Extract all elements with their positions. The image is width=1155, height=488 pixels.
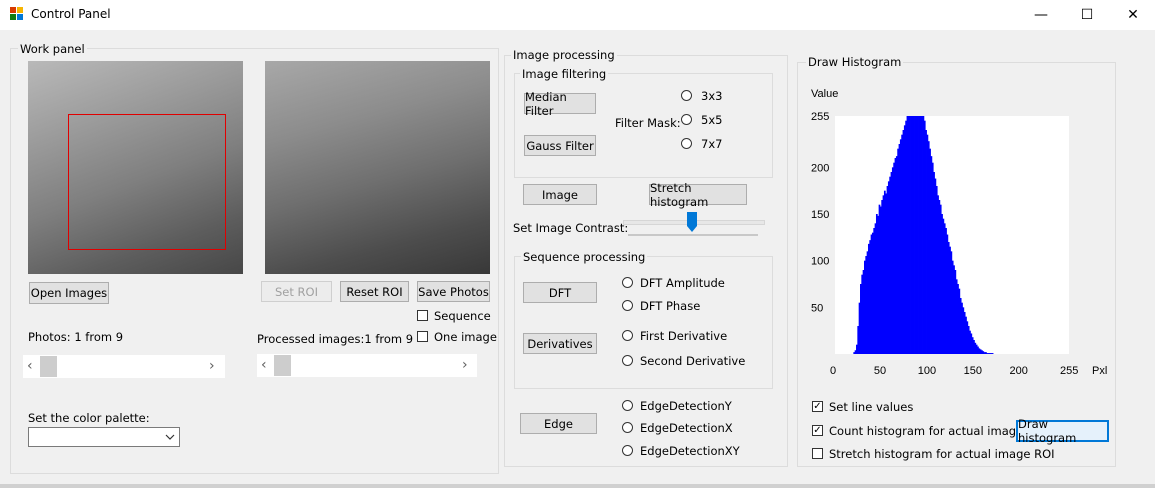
filter-mask-label: Filter Mask: xyxy=(615,116,681,130)
edge-xy-label: EdgeDetectionXY xyxy=(640,444,740,458)
first-derivative-label: First Derivative xyxy=(640,329,728,343)
check-mark-icon: ✓ xyxy=(813,424,822,436)
mask-3x3-radio[interactable] xyxy=(681,90,692,101)
scroll-left-icon[interactable]: ‹ xyxy=(261,357,267,373)
one-image-label: One image xyxy=(434,330,497,344)
contrast-label: Set Image Contrast: xyxy=(513,221,629,235)
x-tick-label: 255 xyxy=(1060,365,1078,377)
contrast-slider-ticks xyxy=(628,234,758,236)
contrast-slider-thumb[interactable] xyxy=(686,211,698,233)
mask-7x7-label: 7x7 xyxy=(701,137,723,151)
stretch-histogram-button[interactable]: Stretch histogram xyxy=(649,181,747,209)
reset-roi-button[interactable]: Reset ROI xyxy=(340,281,409,302)
roi-rectangle[interactable] xyxy=(68,114,226,250)
chart-xlabel: Pxl xyxy=(1092,365,1107,377)
derivatives-button[interactable]: Derivatives xyxy=(523,333,597,354)
title-bar: Control Panel — ☐ ✕ xyxy=(0,0,1155,30)
edge-x-radio[interactable] xyxy=(622,422,633,433)
second-derivative-label: Second Derivative xyxy=(640,354,746,368)
set-line-values-label: Set line values xyxy=(829,400,914,414)
edge-y-label: EdgeDetectionY xyxy=(640,399,732,413)
sequence-checkbox[interactable] xyxy=(417,310,428,321)
sequence-label: Sequence xyxy=(434,309,491,323)
x-tick-label: 100 xyxy=(918,365,936,377)
check-mark-icon: ✓ xyxy=(813,400,822,412)
stretch-roi-label: Stretch histogram for actual image ROI xyxy=(829,447,1055,461)
y-tick-label: 100 xyxy=(811,256,829,268)
image-button[interactable]: Image xyxy=(523,184,597,205)
processed-scrollbar[interactable]: ‹ › xyxy=(257,354,477,377)
photos-scrollbar[interactable]: ‹ › xyxy=(23,355,225,378)
histogram-bar xyxy=(991,353,994,354)
mask-5x5-radio[interactable] xyxy=(681,114,692,125)
edge-xy-radio[interactable] xyxy=(622,445,633,456)
scrollbar-thumb[interactable] xyxy=(274,355,291,376)
y-tick-label: 200 xyxy=(811,162,829,174)
image-filtering-title: Image filtering xyxy=(520,67,609,81)
minimize-button[interactable]: — xyxy=(1018,0,1064,30)
gauss-filter-button[interactable]: Gauss Filter xyxy=(524,135,596,156)
y-tick-label: 150 xyxy=(811,209,829,221)
sequence-processing-title: Sequence processing xyxy=(521,250,648,264)
image-processing-title: Image processing xyxy=(511,48,617,62)
first-derivative-radio[interactable] xyxy=(622,330,633,341)
app-icon xyxy=(10,7,24,21)
mask-7x7-radio[interactable] xyxy=(681,138,692,149)
processed-count-label: Processed images:1 from 9 xyxy=(257,332,414,346)
count-roi-label: Count histogram for actual image ROI xyxy=(829,424,1048,438)
dft-amplitude-radio[interactable] xyxy=(622,277,633,288)
scroll-right-icon[interactable]: › xyxy=(462,357,468,373)
photos-count-label: Photos: 1 from 9 xyxy=(28,330,124,344)
y-tick-label: 255 xyxy=(811,111,829,123)
second-derivative-radio[interactable] xyxy=(622,355,633,366)
x-tick-label: 50 xyxy=(874,365,886,377)
scroll-right-icon[interactable]: › xyxy=(209,358,215,374)
count-roi-checkbox[interactable]: ✓ xyxy=(812,425,823,436)
dft-amplitude-label: DFT Amplitude xyxy=(640,276,725,290)
window-bottom-edge xyxy=(0,484,1155,488)
median-filter-button[interactable]: Median Filter xyxy=(524,90,596,118)
x-tick-label: 200 xyxy=(1010,365,1028,377)
draw-histogram-button[interactable]: Draw histogram xyxy=(1016,417,1109,445)
histogram-chart: Value 50 100 150 200 255 0 50 100 150 200 255 Pxl xyxy=(811,88,1107,377)
mask-5x5-label: 5x5 xyxy=(701,113,723,127)
chevron-down-icon[interactable] xyxy=(165,434,175,441)
edge-x-label: EdgeDetectionX xyxy=(640,421,733,435)
draw-histogram-title: Draw Histogram xyxy=(806,55,904,69)
set-line-values-checkbox[interactable]: ✓ xyxy=(812,401,823,412)
window-title: Control Panel xyxy=(31,7,111,21)
dft-phase-radio[interactable] xyxy=(622,300,633,311)
processed-image-view[interactable] xyxy=(265,61,490,274)
x-tick-label: 150 xyxy=(964,365,982,377)
scroll-left-icon[interactable]: ‹ xyxy=(27,358,33,374)
mask-3x3-label: 3x3 xyxy=(701,89,723,103)
scrollbar-thumb[interactable] xyxy=(40,356,57,377)
open-images-button[interactable]: Open Images xyxy=(29,282,109,304)
y-tick-label: 50 xyxy=(811,302,823,314)
save-photos-button[interactable]: Save Photos xyxy=(417,281,490,302)
close-button[interactable]: ✕ xyxy=(1110,0,1155,30)
one-image-checkbox[interactable] xyxy=(417,331,428,342)
x-tick-label: 0 xyxy=(830,365,836,377)
set-roi-button[interactable]: Set ROI xyxy=(261,281,332,302)
dft-button[interactable]: DFT xyxy=(523,282,597,303)
x-tick-labels: 0 50 100 150 200 255 xyxy=(830,365,1078,377)
palette-select[interactable] xyxy=(28,427,180,447)
chart-ylabel: Value xyxy=(811,88,838,100)
original-image-view[interactable] xyxy=(28,61,243,274)
maximize-button[interactable]: ☐ xyxy=(1064,0,1110,30)
work-panel-title: Work panel xyxy=(18,42,87,56)
edge-button[interactable]: Edge xyxy=(520,413,597,434)
palette-label: Set the color palette: xyxy=(28,411,150,425)
dft-phase-label: DFT Phase xyxy=(640,299,701,313)
edge-y-radio[interactable] xyxy=(622,400,633,411)
y-tick-labels: 50 100 150 200 255 xyxy=(811,111,829,314)
stretch-roi-checkbox[interactable] xyxy=(812,448,823,459)
